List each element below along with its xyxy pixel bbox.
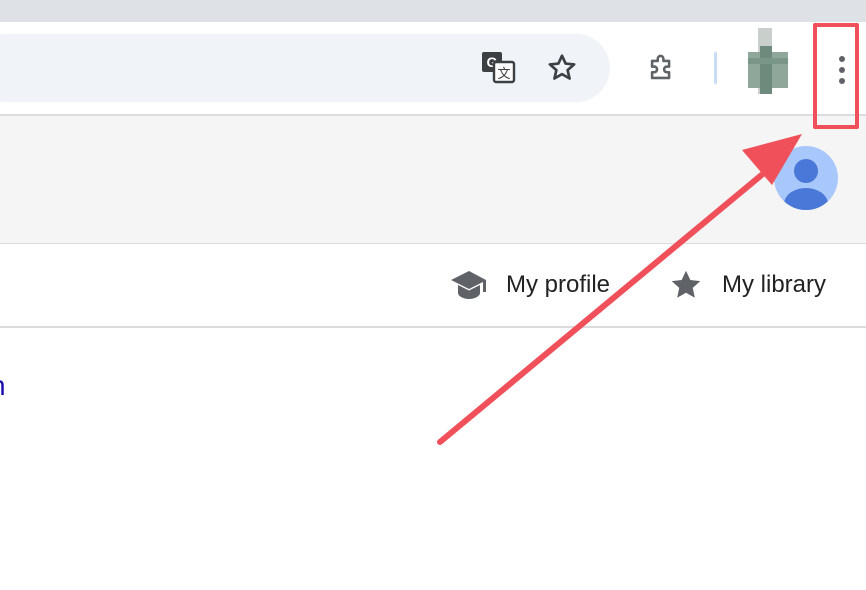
my-profile-label: My profile (506, 271, 611, 298)
profile-avatar-icon[interactable] (742, 28, 792, 94)
account-avatar-icon[interactable] (774, 146, 838, 210)
tab-strip (0, 0, 866, 22)
graduation-cap-icon (451, 271, 486, 299)
partial-result-link[interactable]: n (0, 370, 6, 402)
scholar-nav-row: My profile My library (0, 244, 866, 326)
my-profile-link[interactable]: My profile (450, 264, 610, 306)
svg-text:文: 文 (497, 66, 510, 81)
toolbar-separator (714, 52, 717, 84)
my-library-link[interactable]: My library (668, 264, 826, 306)
extensions-puzzle-icon[interactable] (640, 46, 684, 90)
browser-toolbar: G 文 (0, 22, 866, 114)
annotation-highlight-box (813, 23, 859, 129)
my-library-label: My library (722, 271, 827, 298)
nav-divider (0, 326, 866, 328)
page-header (0, 116, 866, 243)
star-filled-icon (671, 270, 701, 298)
bookmark-star-icon[interactable] (540, 46, 584, 90)
google-translate-icon[interactable]: G 文 (476, 46, 520, 90)
